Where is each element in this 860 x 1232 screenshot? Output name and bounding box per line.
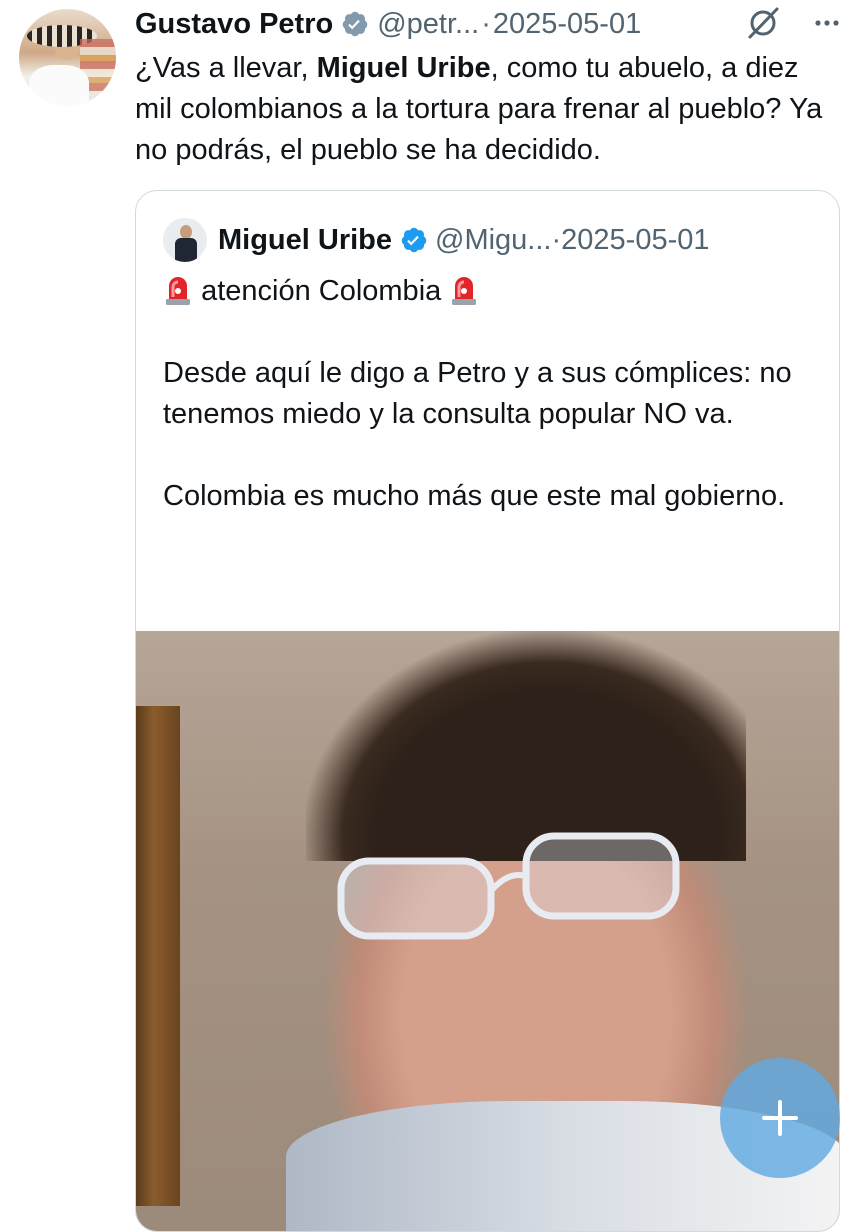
separator: · [481,7,491,40]
author-avatar[interactable] [19,9,116,106]
compose-button[interactable] [720,1058,840,1178]
police-siren-icon [166,277,190,305]
tweet-date[interactable]: 2025-05-01 [493,8,641,41]
quoted-tweet-header: Miguel Uribe @Migu... · 2025-05-01 [218,220,710,260]
quoted-author-name[interactable]: Miguel Uribe [218,224,392,257]
quoted-tweet-text: atención Colombia Desde aquí le digo a P… [163,271,823,517]
quoted-headline: atención Colombia [201,275,442,307]
more-options-icon[interactable] [812,8,842,38]
person-hair [306,631,746,861]
plus-icon [762,1100,798,1136]
tweet-text: ¿Vas a llevar, Miguel Uribe, como tu abu… [135,52,823,166]
quoted-author-handle[interactable]: @Migu... [435,224,551,257]
police-siren-icon [452,277,477,305]
quoted-tweet-date[interactable]: 2025-05-01 [561,224,709,257]
quoted-author-avatar[interactable] [163,218,207,262]
picture-frame [136,706,180,1206]
author-handle[interactable]: @petr... [377,8,479,41]
mention-miguel-uribe: Miguel Uribe [316,52,491,84]
tweet[interactable]: Gustavo Petro @petr... · 2025-05-01 ¿Vas… [0,0,860,1232]
tweet-header: Gustavo Petro @petr... · 2025-05-01 [135,4,641,44]
verified-badge-icon [342,11,368,37]
glasses [337,832,680,940]
quoted-paragraph-1: Desde aquí le digo a Petro y a sus cómpl… [163,357,792,430]
author-name[interactable]: Gustavo Petro [135,8,333,41]
verified-badge-icon [401,227,427,253]
quoted-paragraph-2: Colombia es mucho más que este mal gobie… [163,480,786,512]
grok-icon[interactable] [744,6,782,40]
quoted-tweet[interactable]: Miguel Uribe @Migu... · 2025-05-01 atenc… [135,190,840,1232]
separator: · [551,223,562,256]
